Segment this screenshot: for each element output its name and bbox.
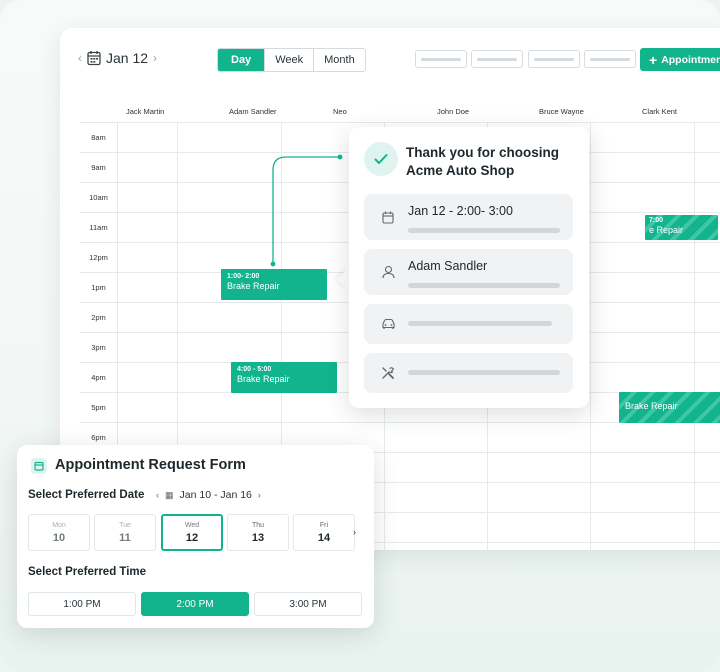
popup-service-card — [364, 353, 573, 393]
preferred-time-label: Select Preferred Time — [28, 566, 147, 578]
popup-datetime: Jan 12 - 2:00- 3:00 — [408, 204, 513, 218]
confirmation-popup: Thank you for choosing Acme Auto Shop Ja… — [349, 127, 589, 408]
day-number: 14 — [317, 531, 331, 544]
popup-customer-name: Adam Sandler — [408, 259, 488, 273]
preferred-date-label: Select Preferred Date — [28, 489, 145, 501]
placeholder-bar — [408, 370, 560, 375]
day-number: 11 — [119, 531, 131, 544]
car-icon — [379, 315, 397, 333]
calendar-icon — [379, 208, 397, 226]
day-option[interactable]: Thu 13 — [227, 514, 289, 551]
day-option[interactable]: Tue 11 — [94, 514, 156, 551]
time-option[interactable]: 3:00 PM — [254, 592, 362, 616]
appointment-request-form: Appointment Request Form Select Preferre… — [17, 445, 374, 628]
day-name: Fri — [319, 521, 329, 529]
day-number: 10 — [52, 531, 66, 544]
next-week-chevron-icon[interactable]: › — [258, 490, 261, 500]
prev-week-chevron-icon[interactable]: ‹ — [156, 490, 159, 500]
form-title: Appointment Request Form — [55, 457, 246, 473]
day-name: Wed — [184, 521, 200, 529]
next-days-chevron-icon[interactable]: › — [353, 527, 356, 537]
day-name: Thu — [251, 521, 265, 529]
popup-customer-card: Adam Sandler — [364, 249, 573, 295]
day-option[interactable]: Mon 10 — [28, 514, 90, 551]
popup-datetime-card: Jan 12 - 2:00- 3:00 — [364, 194, 573, 240]
day-option[interactable]: Fri 14 — [293, 514, 355, 551]
day-name: Mon — [52, 521, 66, 529]
day-number: 12 — [185, 531, 199, 544]
date-range-navigator: ‹ ▦ Jan 10 - Jan 16 › — [156, 489, 261, 501]
form-calendar-icon — [31, 458, 47, 474]
mini-calendar-icon: ▦ — [165, 489, 174, 500]
placeholder-bar — [408, 321, 552, 326]
day-number: 13 — [251, 531, 265, 544]
time-option[interactable]: 1:00 PM — [28, 592, 136, 616]
day-name: Tue — [119, 521, 131, 529]
user-icon — [379, 263, 397, 281]
check-icon — [364, 142, 398, 176]
popup-vehicle-card — [364, 304, 573, 344]
placeholder-bar — [408, 228, 560, 233]
time-option-selected[interactable]: 2:00 PM — [141, 592, 249, 616]
date-range: Jan 10 - Jan 16 — [179, 489, 252, 501]
popup-title: Thank you for choosing Acme Auto Shop — [406, 145, 560, 178]
placeholder-bar — [408, 283, 560, 288]
tools-icon — [379, 364, 397, 382]
day-option-selected[interactable]: Wed 12 — [161, 514, 223, 551]
